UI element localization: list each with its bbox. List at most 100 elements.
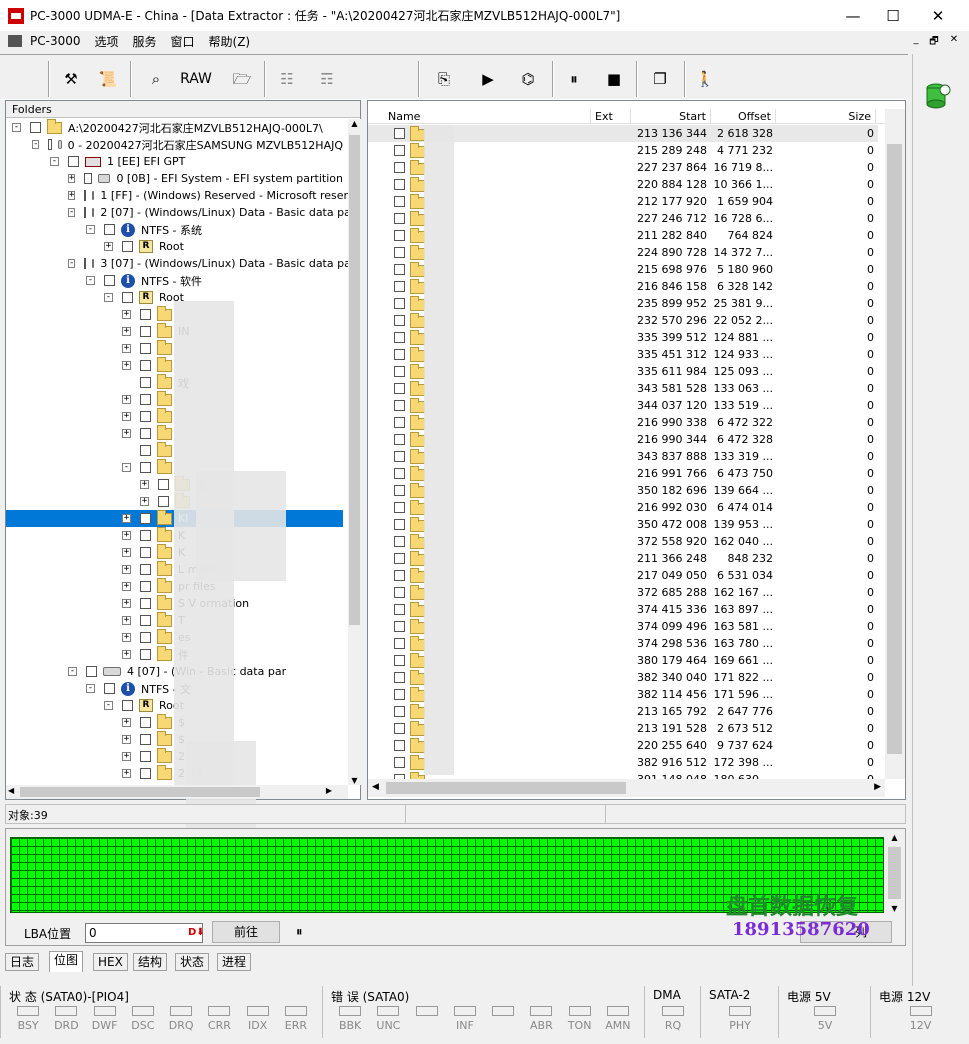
expand-icon[interactable]: + [122,735,131,744]
mdi-close-button[interactable]: ✕ [946,34,962,48]
row-checkbox[interactable] [394,128,405,139]
node-checkbox[interactable] [158,496,169,507]
node-checkbox[interactable] [48,139,52,150]
collapse-icon[interactable]: - [104,701,113,710]
node-checkbox[interactable] [140,513,151,524]
row-checkbox[interactable] [394,655,405,666]
row-checkbox[interactable] [394,298,405,309]
row-checkbox[interactable] [394,570,405,581]
tree-node[interactable]: - 3 [07] - (Windows/Linux) Data - Basic d… [6,255,355,272]
node-checkbox[interactable] [122,700,133,711]
node-checkbox[interactable] [140,309,151,320]
menu-service[interactable]: 服务 [133,33,157,50]
row-checkbox[interactable] [394,162,405,173]
tools-icon[interactable]: ⚒ [60,67,82,91]
tab-structure[interactable]: 结构 [133,953,168,971]
node-checkbox[interactable] [140,445,151,456]
flow-icon[interactable]: ⌬ [512,67,544,91]
row-checkbox[interactable] [394,604,405,615]
row-checkbox[interactable] [394,179,405,190]
node-checkbox[interactable] [140,343,151,354]
row-checkbox[interactable] [394,468,405,479]
row-checkbox[interactable] [394,587,405,598]
node-checkbox[interactable] [140,717,151,728]
expand-icon[interactable]: + [68,174,76,183]
menu-help[interactable]: 帮助(Z) [209,33,251,50]
node-checkbox[interactable] [104,224,115,235]
scroll-up-icon[interactable]: ▲ [348,119,361,128]
pause-icon[interactable]: ⏸ [296,925,303,940]
collapse-icon[interactable]: - [86,276,95,285]
row-checkbox[interactable] [394,621,405,632]
node-checkbox[interactable] [140,581,151,592]
tree-node[interactable]: - 2 [07] - (Windows/Linux) Data - Basic d… [6,204,355,221]
folders-vertical-scrollbar[interactable]: ▲ ▼ [348,119,361,785]
row-checkbox[interactable] [394,383,405,394]
row-checkbox[interactable] [394,213,405,224]
binoculars-icon[interactable]: ⌕ [144,67,168,91]
tree-node[interactable]: - i NTFS - 系统 [6,221,343,238]
node-checkbox[interactable] [122,241,133,252]
scroll-left-icon[interactable]: ◀ [8,786,14,795]
collapse-icon[interactable]: - [50,157,59,166]
row-checkbox[interactable] [394,485,405,496]
node-checkbox[interactable] [140,394,151,405]
row-checkbox[interactable] [394,672,405,683]
node-checkbox[interactable] [84,258,87,269]
scroll-thumb[interactable] [888,847,901,899]
raw-button[interactable]: RAW [176,67,216,91]
row-checkbox[interactable] [394,349,405,360]
column-ext[interactable]: Ext [591,109,631,124]
goto-button[interactable]: 前往 [212,921,280,943]
files-horizontal-scrollbar[interactable]: ◀ ▶ [368,779,885,797]
node-checkbox[interactable] [30,122,41,133]
tree-node[interactable]: - 0 - 20200427河北石家庄SAMSUNG MZVLB512HAJQ [6,136,343,153]
expand-icon[interactable] [122,378,131,387]
tree-node[interactable]: +0 [0B] - EFI System - EFI system partit… [6,170,343,187]
node-checkbox[interactable] [68,156,79,167]
expand-icon[interactable]: + [122,412,131,421]
node-checkbox[interactable] [140,768,151,779]
collapse-icon[interactable]: - [68,208,76,217]
stop-icon[interactable]: ■ [604,67,624,91]
expand-icon[interactable]: + [122,718,131,727]
node-checkbox[interactable] [140,734,151,745]
collapse-icon[interactable]: - [122,463,131,472]
collapse-icon[interactable]: - [32,140,40,149]
scroll-thumb[interactable] [20,787,260,797]
node-checkbox[interactable] [104,275,115,286]
windows-icon[interactable]: ❐ [648,67,672,91]
expand-icon[interactable]: + [122,514,131,523]
expand-icon[interactable]: + [122,616,131,625]
node-checkbox[interactable] [140,598,151,609]
row-checkbox[interactable] [394,740,405,751]
scroll-thumb[interactable] [349,135,360,625]
files-vertical-scrollbar[interactable] [885,109,905,779]
node-checkbox[interactable] [84,173,93,184]
row-checkbox[interactable] [394,706,405,717]
expand-icon[interactable]: + [122,599,131,608]
scroll-right-icon[interactable]: ▶ [326,786,332,795]
row-checkbox[interactable] [394,145,405,156]
scroll-thumb[interactable] [386,782,626,794]
row-checkbox[interactable] [394,434,405,445]
tree-expand-icon[interactable]: ☷ [274,67,300,91]
menu-pc3000[interactable]: PC-3000 [30,34,80,48]
column-start[interactable]: Start [631,109,711,124]
collapse-icon[interactable]: - [12,123,21,132]
bitmap-scrollbar[interactable]: ▲ ▼ [886,833,903,913]
expand-icon[interactable]: + [122,327,131,336]
expand-icon[interactable]: + [122,310,131,319]
node-checkbox[interactable] [84,190,87,201]
tree-network-icon[interactable]: ☶ [312,67,342,91]
column-name[interactable]: Name [384,109,591,124]
row-checkbox[interactable] [394,247,405,258]
tree-node[interactable]: - 1 [EE] EFI GPT [6,153,343,170]
expand-icon[interactable]: + [122,344,131,353]
row-checkbox[interactable] [394,519,405,530]
row-checkbox[interactable] [394,553,405,564]
scroll-down-icon[interactable]: ▼ [886,904,903,913]
row-checkbox[interactable] [394,315,405,326]
row-checkbox[interactable] [394,281,405,292]
expand-icon[interactable]: + [140,480,149,489]
